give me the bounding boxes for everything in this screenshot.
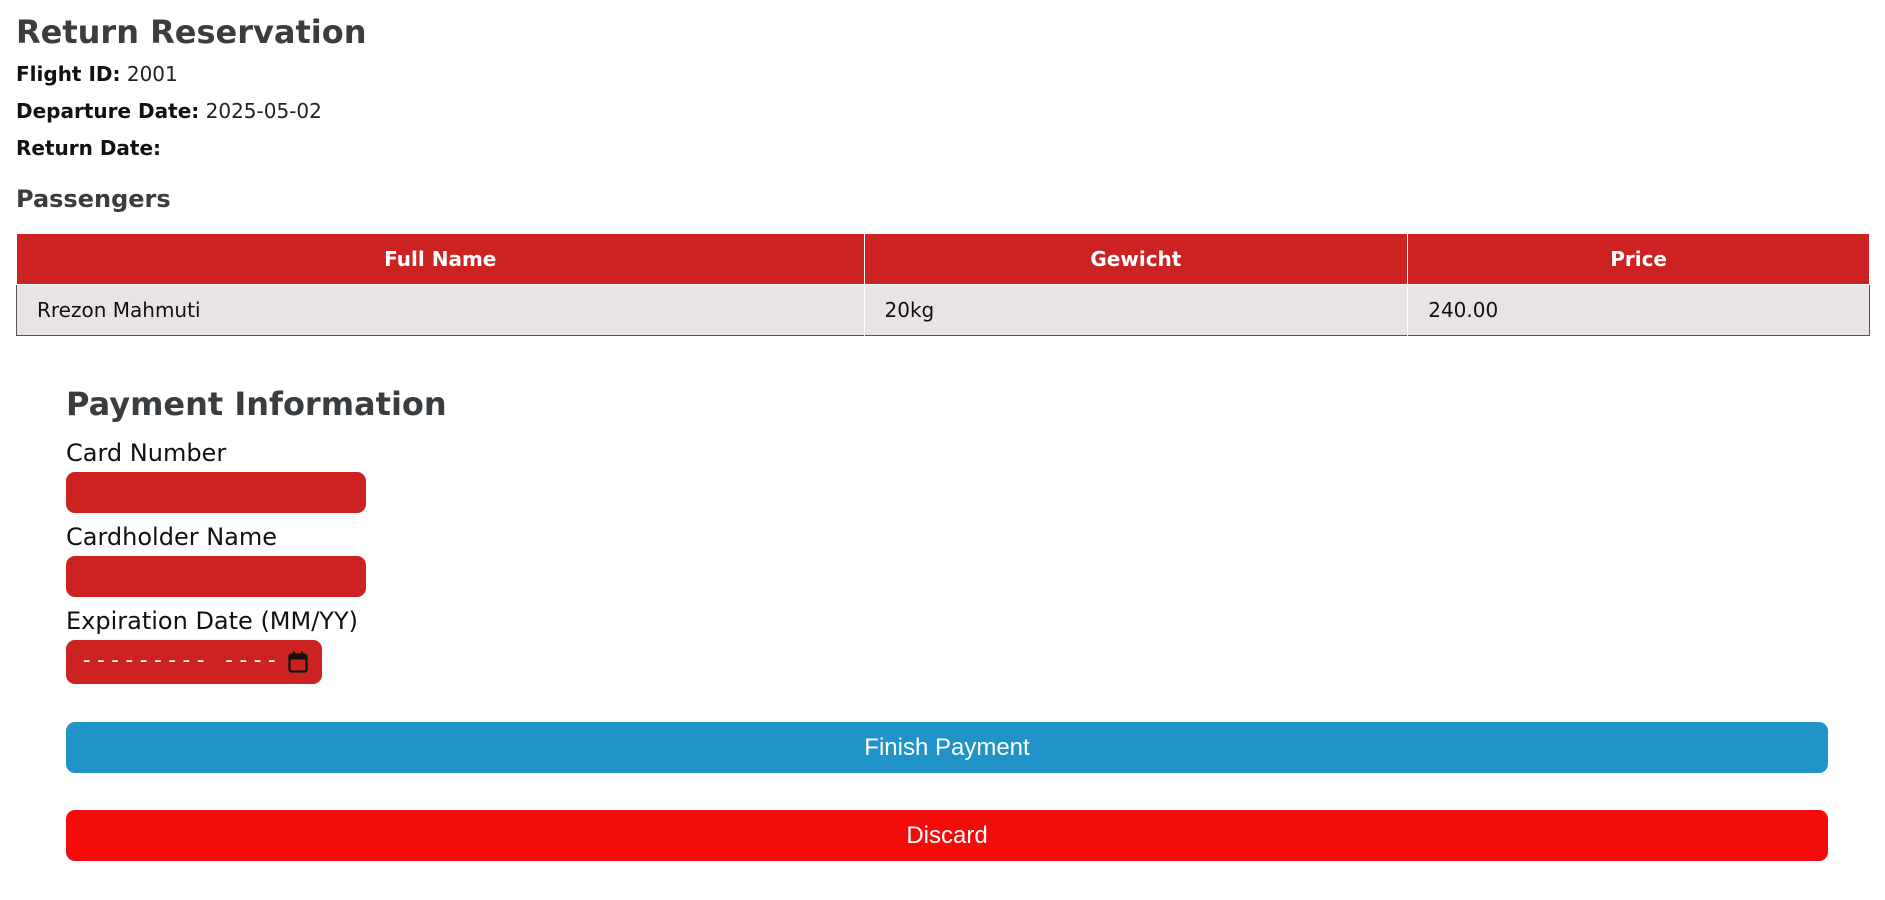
discard-button[interactable]: Discard (66, 810, 1828, 861)
payment-heading: Payment Information (66, 385, 447, 423)
passenger-price-cell: 240.00 (1407, 284, 1870, 336)
table-row: Rrezon Mahmuti 20kg 240.00 (16, 284, 1870, 336)
flight-id-label: Flight ID: (16, 62, 121, 86)
flight-id-value: 2001 (126, 62, 178, 86)
passengers-table: Full Name Gewicht Price Rrezon Mahmuti 2… (16, 233, 1870, 336)
column-header-full-name: Full Name (16, 233, 865, 285)
return-date-line: Return Date: (16, 136, 161, 160)
expiration-date-input[interactable]: --------- ---- (66, 640, 322, 684)
page-title: Return Reservation (16, 13, 367, 51)
passenger-full-name-cell: Rrezon Mahmuti (16, 284, 865, 336)
flight-id-line: Flight ID: 2001 (16, 62, 178, 86)
passengers-heading: Passengers (16, 185, 171, 213)
expiration-date-placeholder: --------- ---- (80, 648, 280, 673)
cardholder-name-input[interactable] (66, 556, 366, 597)
finish-payment-button[interactable]: Finish Payment (66, 722, 1828, 773)
payment-section: Payment Information Card Number Cardhold… (66, 385, 1828, 861)
column-header-weight: Gewicht (863, 233, 1409, 285)
passenger-weight-cell: 20kg (863, 284, 1408, 336)
return-date-label: Return Date: (16, 136, 162, 160)
cardholder-name-label: Cardholder Name (66, 523, 278, 551)
card-number-label: Card Number (66, 439, 227, 467)
expiration-date-label: Expiration Date (MM/YY) (66, 607, 358, 635)
departure-date-value: 2025-05-02 (205, 99, 322, 123)
calendar-icon[interactable] (288, 651, 308, 673)
table-header-row: Full Name Gewicht Price (16, 233, 1870, 285)
column-header-price: Price (1407, 233, 1870, 285)
departure-date-label: Departure Date: (16, 99, 200, 123)
card-number-input[interactable] (66, 472, 366, 513)
departure-date-line: Departure Date: 2025-05-02 (16, 99, 322, 123)
